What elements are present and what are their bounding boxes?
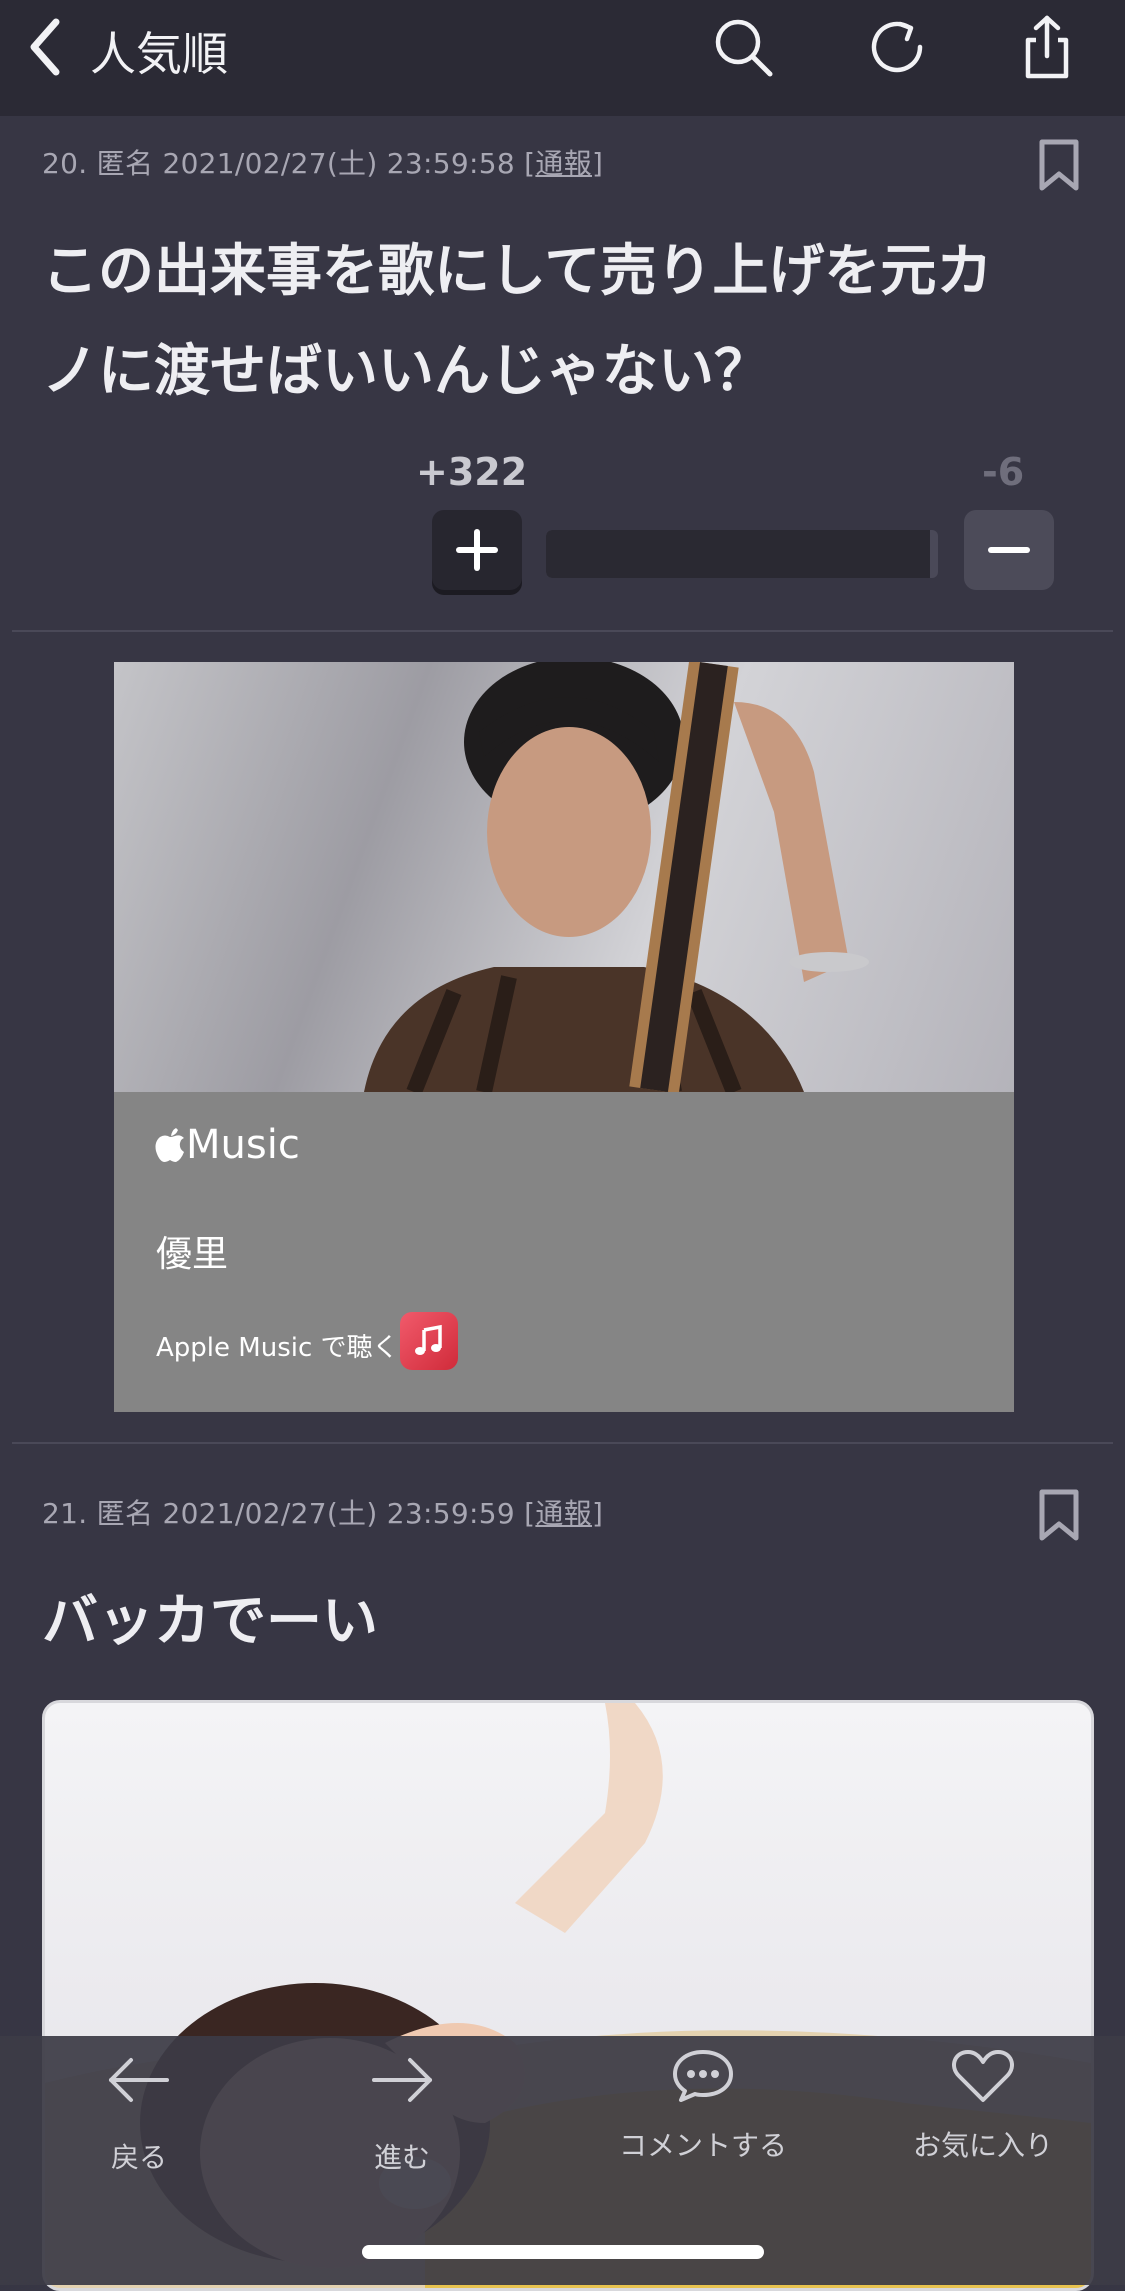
- refresh-icon[interactable]: [864, 14, 930, 80]
- plus-count: +322: [416, 450, 528, 494]
- minus-count: -6: [982, 450, 1025, 494]
- divider: [12, 1442, 1113, 1444]
- listen-on-apple-music-link[interactable]: Apple Music で聴く: [156, 1327, 399, 1364]
- report-bracket: ]: [592, 1497, 604, 1530]
- heart-icon: [952, 2050, 1014, 2102]
- sort-title[interactable]: 人気順: [90, 18, 228, 84]
- vote-ratio-fill: [546, 530, 931, 578]
- plus-vote-button[interactable]: [432, 510, 522, 590]
- favorite-label: お気に入り: [912, 2129, 1053, 2162]
- home-indicator: [362, 2245, 764, 2259]
- comment-author: 匿名: [96, 147, 154, 180]
- chevron-left-icon[interactable]: [22, 12, 72, 82]
- artist-photo: [114, 662, 1014, 1092]
- comment-tab[interactable]: コメントする: [573, 2036, 833, 2196]
- comment-line: ノに渡せばいいんじゃない？: [42, 339, 770, 404]
- back-label: 戻る: [110, 2141, 167, 2174]
- divider: [12, 630, 1113, 632]
- apple-music-brand: Music: [186, 1122, 300, 1168]
- vote-ratio-bar: [546, 530, 938, 578]
- comment-text: この出来事を歌にして売り上げを元カ ノに渡せばいいんじゃない？: [42, 222, 1082, 422]
- plus-icon: [456, 529, 498, 571]
- top-nav-bar: 人気順: [0, 0, 1125, 116]
- apple-music-app-icon[interactable]: [400, 1312, 458, 1370]
- comment-date: 2021/02/27(土) 23:59:58: [162, 147, 515, 180]
- comment-number: 20.: [42, 147, 88, 180]
- search-icon[interactable]: [710, 14, 776, 80]
- comment-meta: 21. 匿名 2021/02/27(土) 23:59:59 [通報]: [42, 1492, 603, 1532]
- comment-line: この出来事を歌にして売り上げを元カ: [42, 239, 993, 304]
- comment-author: 匿名: [96, 1497, 154, 1530]
- share-icon[interactable]: [1014, 14, 1080, 80]
- report-bracket: [: [524, 147, 536, 180]
- speech-bubble-icon: [673, 2050, 733, 2102]
- comment-meta: 20. 匿名 2021/02/27(土) 23:59:58 [通報]: [42, 142, 603, 182]
- back-tab[interactable]: 戻る: [9, 2036, 269, 2196]
- report-link[interactable]: 通報: [535, 147, 592, 180]
- report-bracket: [: [524, 1497, 536, 1530]
- apple-logo-icon: [155, 1128, 184, 1162]
- report-link[interactable]: 通報: [535, 1497, 592, 1530]
- forward-label: 進む: [373, 2141, 430, 2174]
- bookmark-icon[interactable]: [1036, 138, 1082, 192]
- favorite-tab[interactable]: お気に入り: [853, 2036, 1113, 2196]
- arrow-right-icon: [372, 2058, 432, 2102]
- apple-music-card[interactable]: Music 優里 Apple Music で聴く: [114, 662, 1014, 1412]
- arrow-left-icon: [109, 2058, 169, 2102]
- bookmark-icon[interactable]: [1036, 1488, 1082, 1542]
- comment-date: 2021/02/27(土) 23:59:59: [162, 1497, 515, 1530]
- artist-name: 優里: [156, 1234, 229, 1275]
- report-bracket: ]: [592, 147, 604, 180]
- minus-vote-button[interactable]: [964, 510, 1054, 590]
- comment-line: バッカでーい: [42, 1589, 378, 1654]
- apple-music-logo: Music: [154, 1122, 300, 1168]
- comment-number: 21.: [42, 1497, 88, 1530]
- comment-label: コメントする: [618, 2129, 787, 2162]
- music-note-icon: [415, 1324, 442, 1355]
- minus-icon: [988, 547, 1030, 553]
- comment-text: バッカでーい: [42, 1572, 1082, 1672]
- forward-tab[interactable]: 進む: [272, 2036, 532, 2196]
- artist-photo-illustration: [364, 662, 869, 1092]
